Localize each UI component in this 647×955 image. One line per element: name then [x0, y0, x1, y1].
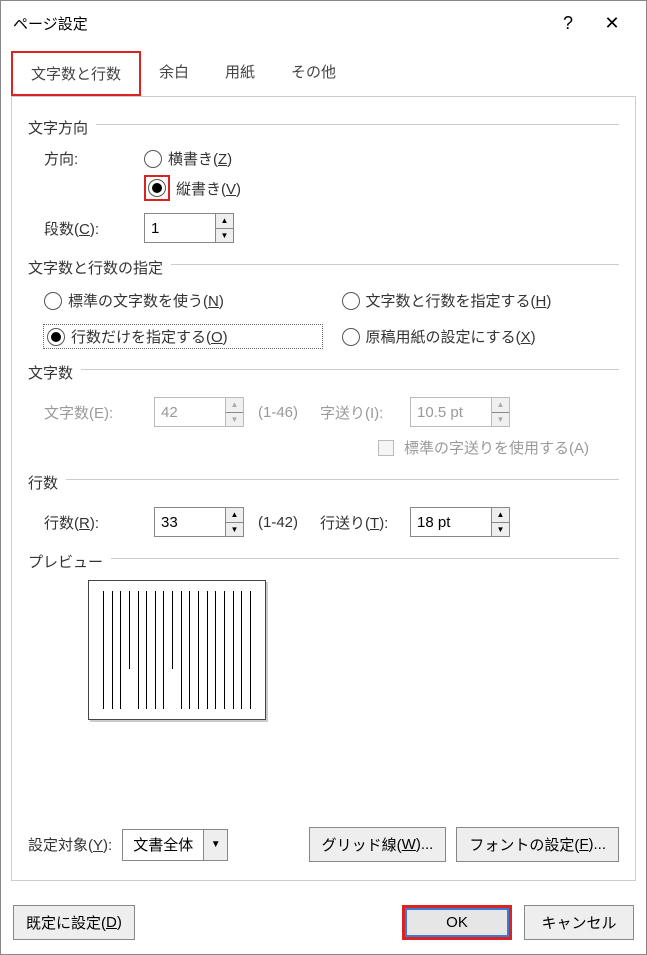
- radio-horizontal-label: 横書き(Z): [168, 148, 232, 169]
- spin-down-icon[interactable]: ▼: [226, 523, 243, 537]
- content-area: 文字数と行数 余白 用紙 その他 文字方向 方向: 横書き(Z) 縦書き(V): [1, 45, 646, 891]
- group-line-count: 行数: [28, 466, 619, 493]
- row-char-count: 文字数(E): ▲ ▼ (1-46) 字送り(I): ▲ ▼: [28, 397, 619, 427]
- chevron-down-icon[interactable]: ▼: [203, 830, 227, 860]
- spin-up-icon: ▲: [226, 398, 243, 413]
- spin-up-icon[interactable]: ▲: [226, 508, 243, 523]
- count-spec-options: 標準の文字数を使う(N) 文字数と行数を指定する(H) 行数だけを指定する(O)…: [28, 290, 619, 348]
- line-count-spinner[interactable]: ▲ ▼: [154, 507, 244, 537]
- apply-to-select[interactable]: 文書全体 ▼: [122, 829, 228, 861]
- radio-manuscript-label: 原稿用紙の設定にする(X): [366, 326, 536, 347]
- spin-down-icon: ▼: [492, 413, 509, 427]
- divider: [171, 264, 619, 265]
- radio-manuscript[interactable]: [342, 328, 360, 346]
- radio-vertical-highlight: [144, 175, 170, 201]
- row-std-pitch: 標準の字送りを使用する(A): [28, 437, 619, 458]
- char-pitch-input: [411, 398, 491, 426]
- columns-spinner[interactable]: ▲ ▼: [144, 213, 234, 243]
- group-label-count-spec: 文字数と行数の指定: [28, 257, 163, 278]
- radio-both[interactable]: [342, 292, 360, 310]
- row-line-count: 行数(R): ▲ ▼ (1-42) 行送り(T): ▲ ▼: [28, 507, 619, 537]
- divider: [111, 558, 619, 559]
- line-count-input[interactable]: [155, 508, 225, 536]
- apply-to-row: 設定対象(Y): 文書全体 ▼ グリッド線(W)... フォントの設定(F)..…: [28, 807, 619, 862]
- radio-lines-only[interactable]: [47, 328, 65, 346]
- divider: [66, 479, 619, 480]
- tab-margins[interactable]: 余白: [141, 51, 207, 96]
- cancel-button[interactable]: キャンセル: [524, 905, 634, 940]
- char-count-input: [155, 398, 225, 426]
- group-char-count: 文字数: [28, 356, 619, 383]
- radio-vertical[interactable]: [148, 179, 166, 197]
- radio-both-row[interactable]: 文字数と行数を指定する(H): [342, 290, 620, 311]
- tab-other[interactable]: その他: [273, 51, 354, 96]
- spin-down-icon[interactable]: ▼: [216, 229, 233, 243]
- row-columns: 段数(C): ▲ ▼: [28, 213, 619, 243]
- panel: 文字方向 方向: 横書き(Z) 縦書き(V) 段数(C):: [11, 97, 636, 881]
- line-pitch-input[interactable]: [411, 508, 491, 536]
- titlebar: ページ設定 ? ✕: [1, 1, 646, 45]
- apply-to-label: 設定対象(Y):: [28, 834, 112, 855]
- row-direction: 方向: 横書き(Z): [28, 148, 619, 169]
- preview-box: [88, 580, 266, 720]
- tab-chars-lines[interactable]: 文字数と行数: [11, 51, 141, 96]
- columns-input[interactable]: [145, 214, 215, 242]
- char-count-range: (1-46): [258, 404, 298, 421]
- radio-horizontal-row[interactable]: 横書き(Z): [144, 148, 232, 169]
- std-pitch-label: 標準の字送りを使用する(A): [404, 437, 589, 458]
- line-pitch-label: 行送り(T):: [320, 512, 400, 533]
- spin-up-icon[interactable]: ▲: [492, 508, 509, 523]
- tab-paper[interactable]: 用紙: [207, 51, 273, 96]
- divider: [81, 369, 619, 370]
- group-label-text-direction: 文字方向: [28, 117, 88, 138]
- radio-horizontal[interactable]: [144, 150, 162, 168]
- ok-button[interactable]: OK: [402, 905, 512, 940]
- apply-to-value: 文書全体: [123, 830, 203, 860]
- line-pitch-spinner[interactable]: ▲ ▼: [410, 507, 510, 537]
- char-pitch-spinner: ▲ ▼: [410, 397, 510, 427]
- group-preview: プレビュー: [28, 545, 619, 572]
- preview-lines: [103, 591, 251, 709]
- row-vertical: 縦書き(V): [28, 175, 619, 201]
- divider: [96, 124, 619, 125]
- radio-manuscript-row[interactable]: 原稿用紙の設定にする(X): [342, 325, 620, 348]
- radio-vertical-row[interactable]: 縦書き(V): [144, 175, 241, 201]
- font-settings-button[interactable]: フォントの設定(F)...: [456, 827, 619, 862]
- char-pitch-label: 字送り(I):: [320, 402, 400, 423]
- group-text-direction: 文字方向: [28, 111, 619, 138]
- spin-down-icon: ▼: [226, 413, 243, 427]
- group-label-preview: プレビュー: [28, 551, 103, 572]
- group-label-line-count: 行数: [28, 472, 58, 493]
- direction-label: 方向:: [44, 148, 134, 169]
- radio-both-label: 文字数と行数を指定する(H): [366, 290, 552, 311]
- line-count-label: 行数(R):: [44, 512, 144, 533]
- radio-lines-only-label: 行数だけを指定する(O): [71, 326, 228, 347]
- set-default-button[interactable]: 既定に設定(D): [13, 905, 135, 940]
- line-count-range: (1-42): [258, 514, 298, 531]
- columns-label: 段数(C):: [44, 218, 134, 239]
- tab-bar: 文字数と行数 余白 用紙 その他: [11, 51, 636, 97]
- radio-standard-row[interactable]: 標準の文字数を使う(N): [44, 290, 322, 311]
- spin-down-icon[interactable]: ▼: [492, 523, 509, 537]
- group-label-char-count: 文字数: [28, 362, 73, 383]
- char-count-spinner: ▲ ▼: [154, 397, 244, 427]
- radio-lines-only-row[interactable]: 行数だけを指定する(O): [44, 325, 322, 348]
- spin-up-icon[interactable]: ▲: [216, 214, 233, 229]
- spin-up-icon: ▲: [492, 398, 509, 413]
- std-pitch-checkbox: [378, 440, 394, 456]
- radio-vertical-label: 縦書き(V): [176, 178, 241, 199]
- gridlines-button[interactable]: グリッド線(W)...: [309, 827, 447, 862]
- group-count-spec: 文字数と行数の指定: [28, 251, 619, 278]
- radio-standard[interactable]: [44, 292, 62, 310]
- char-count-label: 文字数(E):: [44, 402, 144, 423]
- dialog-title: ページ設定: [13, 13, 546, 34]
- preview-region: [28, 580, 619, 720]
- help-button[interactable]: ?: [546, 13, 590, 34]
- close-button[interactable]: ✕: [590, 13, 634, 34]
- radio-standard-label: 標準の文字数を使う(N): [68, 290, 224, 311]
- footer: 既定に設定(D) OK キャンセル: [1, 891, 646, 954]
